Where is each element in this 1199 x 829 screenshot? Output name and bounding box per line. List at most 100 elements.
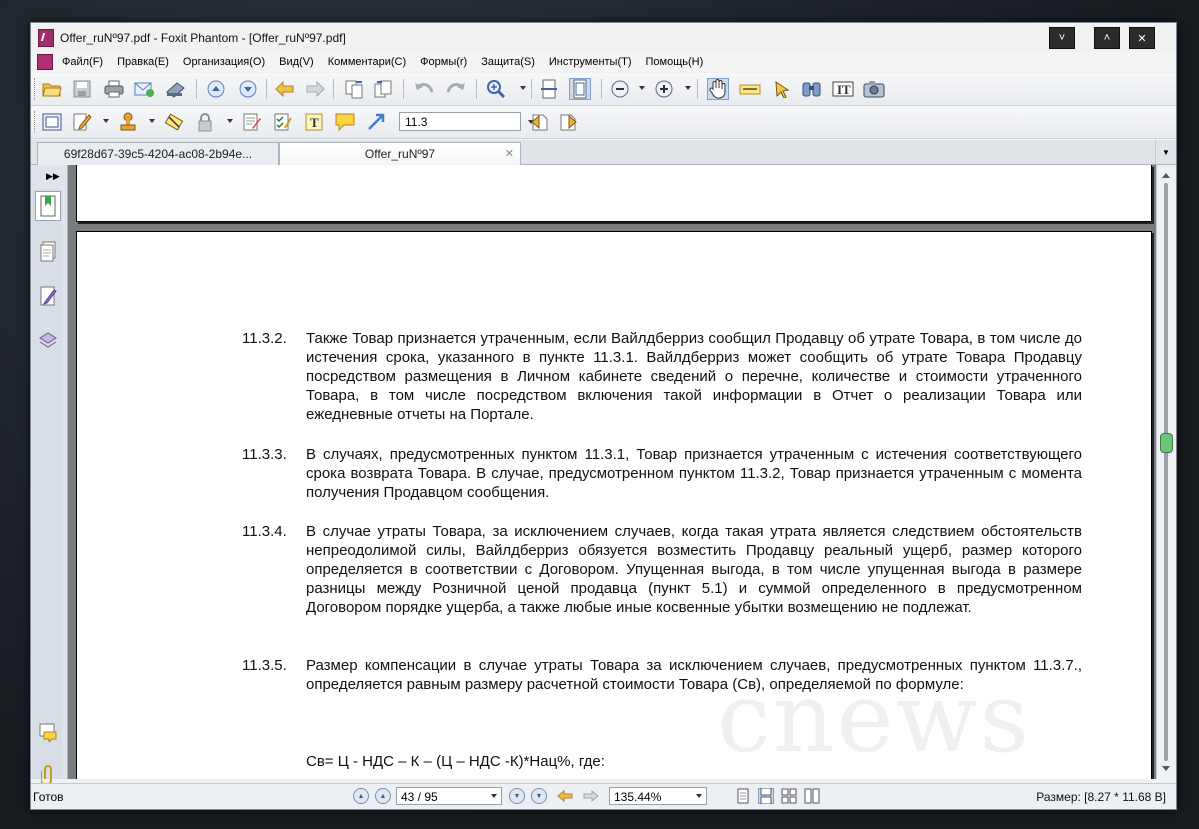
scroll-up-icon[interactable] [1162, 173, 1170, 178]
increase-size-icon[interactable] [557, 111, 579, 133]
security-dropdown[interactable] [227, 119, 233, 123]
insert-pages-icon[interactable] [372, 78, 394, 100]
bookmarks-icon[interactable] [35, 191, 61, 221]
single-page-icon[interactable] [735, 788, 751, 804]
link-tool-icon[interactable] [163, 111, 185, 133]
pdf-page-previous [76, 165, 1152, 222]
page-number-field[interactable]: 43 / 95 [396, 787, 502, 805]
typewriter-icon[interactable]: IT [832, 78, 854, 100]
comment-list-icon[interactable] [35, 717, 61, 747]
close-button[interactable]: ✕ [1129, 27, 1155, 49]
redo-icon[interactable] [445, 78, 467, 100]
scroll-track[interactable] [1164, 183, 1168, 761]
prev-page-icon[interactable]: ▲ [375, 788, 391, 804]
continuous-facing-icon[interactable] [804, 788, 820, 804]
menu-view[interactable]: Вид(V) [272, 56, 321, 68]
layers-icon[interactable] [35, 325, 61, 355]
go-back-icon[interactable] [557, 788, 573, 804]
tab-document-1[interactable]: 69f28d67-39c5-4204-ac08-2b94e... [37, 142, 279, 165]
separator [403, 79, 404, 99]
note-comment-icon[interactable] [334, 111, 356, 133]
extract-pages-icon[interactable] [343, 78, 365, 100]
document-view[interactable]: cnews 11.3.2. Также Товар признается утр… [68, 165, 1156, 779]
tab-label: Offer_ruNº97 [364, 147, 436, 161]
zoom-out-dropdown[interactable] [639, 86, 645, 90]
menu-tools[interactable]: Инструменты(T) [542, 56, 639, 68]
compensation-formula: Св= Ц - НДС – К – (Ц – НДС -К)*Нац%, где… [306, 753, 605, 770]
decrease-size-icon[interactable] [529, 111, 551, 133]
continuous-page-icon[interactable] [758, 788, 774, 804]
maximize-button[interactable]: ˄ [1094, 27, 1120, 49]
previous-page-icon[interactable] [205, 78, 227, 100]
scroll-thumb[interactable] [1160, 433, 1173, 453]
form-field-icon[interactable] [241, 111, 263, 133]
menu-organize[interactable]: Организация(O) [176, 56, 272, 68]
zoom-field[interactable]: 135.44% [609, 787, 707, 805]
print-icon[interactable] [103, 78, 125, 100]
menu-edit[interactable]: Правка(E) [110, 56, 176, 68]
text-size-value: 11.3 [405, 115, 428, 129]
clause-11-3-2: 11.3.2. Также Товар признается утраченны… [242, 329, 1082, 424]
go-forward-icon[interactable] [583, 788, 599, 804]
tab-offer[interactable]: Offer_ruNº97 ✕ [279, 142, 521, 165]
menu-comments[interactable]: Комментари(C) [321, 56, 413, 68]
tab-list-dropdown-icon[interactable]: ▼ [1155, 140, 1176, 164]
clause-number: 11.3.5. [242, 657, 287, 674]
security-lock-icon[interactable] [194, 111, 216, 133]
pencil-tool-dropdown[interactable] [103, 119, 109, 123]
next-page-icon[interactable]: ▼ [509, 788, 525, 804]
zoom-in-dropdown[interactable] [685, 86, 691, 90]
expand-pane-icon[interactable]: ▶▶ [46, 171, 60, 182]
forward-arrow-icon[interactable] [304, 78, 326, 100]
menu-forms[interactable]: Формы(r) [413, 56, 474, 68]
stamp-icon[interactable] [117, 111, 139, 133]
pencil-tool-icon[interactable] [71, 111, 93, 133]
window-menu-button[interactable]: ˅ [1049, 27, 1075, 49]
pages-thumbnail-icon[interactable] [35, 237, 61, 267]
toolbar-grip[interactable] [34, 78, 38, 100]
open-icon[interactable] [41, 78, 63, 100]
zoom-tool-dropdown[interactable] [520, 86, 526, 90]
hand-tool-icon[interactable] [707, 78, 729, 100]
scan-icon[interactable] [164, 78, 186, 100]
page-number-value: 43 / 95 [401, 790, 438, 804]
vertical-scrollbar[interactable] [1156, 165, 1176, 779]
text-size-combobox[interactable]: 11.3 [399, 112, 534, 131]
text-box-icon[interactable] [41, 111, 63, 133]
tab-label: 69f28d67-39c5-4204-ac08-2b94e... [63, 147, 253, 161]
find-icon[interactable] [801, 78, 823, 100]
form-checklist-icon[interactable] [272, 111, 294, 133]
back-arrow-icon[interactable] [274, 78, 296, 100]
navigation-pane: ▶▶ [31, 165, 68, 785]
toolbar-grip[interactable] [34, 111, 38, 133]
fit-page-icon[interactable] [569, 78, 591, 100]
snapshot-icon[interactable] [863, 78, 885, 100]
email-icon[interactable] [133, 78, 155, 100]
tab-close-icon[interactable]: ✕ [505, 143, 514, 165]
textfield-icon[interactable]: T [303, 111, 325, 133]
clause-number: 11.3.4. [242, 523, 287, 540]
menu-protect[interactable]: Защита(S) [474, 56, 542, 68]
zoom-out-icon[interactable] [609, 78, 631, 100]
undo-icon[interactable] [413, 78, 435, 100]
comments-pane-icon[interactable] [35, 281, 61, 311]
document-menu-icon[interactable] [37, 54, 53, 70]
zoom-tool-icon[interactable] [485, 78, 507, 100]
zoom-in-icon[interactable] [653, 78, 675, 100]
clause-text: В случае утраты Товара, за исключением с… [306, 523, 1082, 616]
stamp-dropdown[interactable] [149, 119, 155, 123]
next-page-icon[interactable] [237, 78, 259, 100]
fit-width-icon[interactable] [538, 78, 560, 100]
select-annotation-icon[interactable] [771, 78, 793, 100]
last-page-icon[interactable]: ▼ [531, 788, 547, 804]
menu-file[interactable]: Файл(F) [55, 56, 110, 68]
facing-pages-icon[interactable] [781, 788, 797, 804]
main-toolbar: IT [31, 73, 1176, 106]
scroll-down-icon[interactable] [1162, 766, 1170, 771]
arrow-tool-icon[interactable] [365, 111, 387, 133]
select-text-icon[interactable] [739, 78, 761, 100]
menu-help[interactable]: Помощь(H) [639, 56, 711, 68]
save-icon[interactable] [71, 78, 93, 100]
first-page-icon[interactable]: ▲ [353, 788, 369, 804]
clause-number: 11.3.3. [242, 446, 287, 463]
